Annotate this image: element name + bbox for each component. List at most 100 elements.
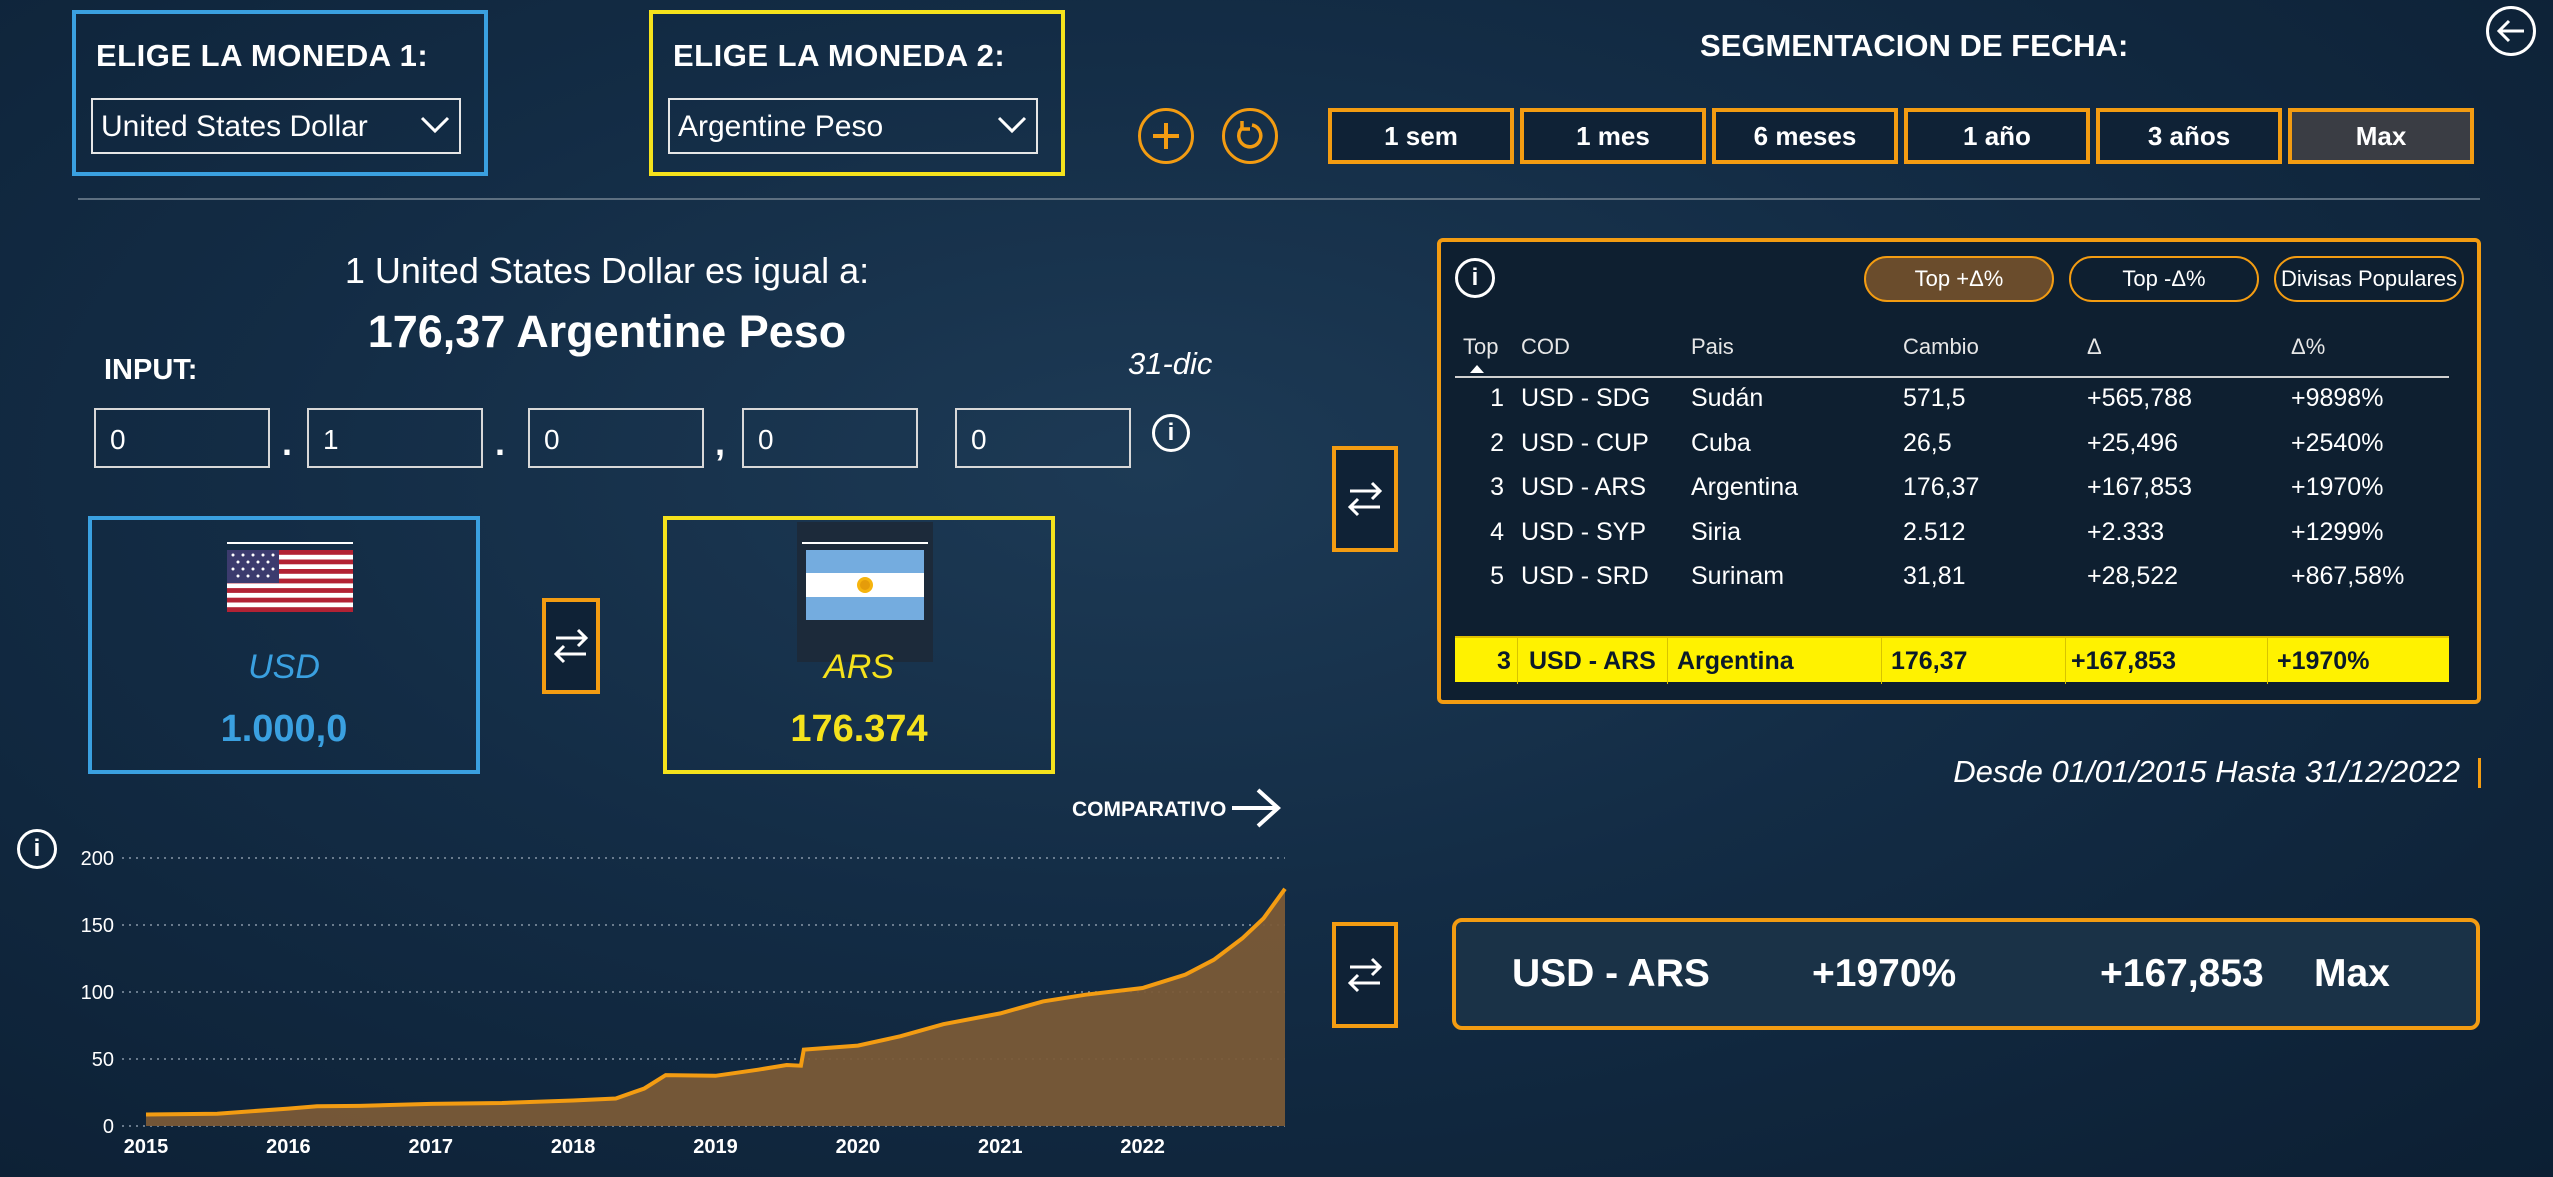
table-info-icon[interactable]: i [1455, 258, 1495, 298]
cell-pct: +2540% [2291, 428, 2384, 457]
arrow-right-icon[interactable] [1230, 786, 1282, 830]
back-button[interactable] [2486, 6, 2536, 56]
exchange-rate-chart: 0 50 100 150 200 2015 2016 2017 2018 2019 2020 202… [81, 848, 1287, 1158]
highlight-cod: USD - ARS [1529, 647, 1656, 675]
currency2-dropdown[interactable]: Argentine Peso [668, 98, 1038, 154]
cell-top: 5 [1490, 562, 1504, 590]
currency2-card: ARS 176.374 [663, 516, 1055, 774]
conversion-line1: 1 United States Dollar es igual a: [344, 250, 870, 291]
input-info-icon[interactable]: i [1152, 414, 1190, 452]
input-field-3[interactable]: 0 [528, 408, 704, 468]
cell-divider [1881, 638, 1882, 684]
cell-pct: +1970% [2291, 473, 2384, 501]
chart-area [146, 888, 1285, 1126]
date-range-marker [2478, 758, 2481, 788]
segment-3-anos[interactable]: 3 años [2096, 108, 2282, 164]
input-field-1[interactable]: 0 [94, 408, 270, 468]
cell-pct: +867,58% [2291, 562, 2405, 590]
currency1-selector: ELIGE LA MONEDA 1: United States Dollar [72, 10, 488, 176]
cell-cambio: 26,5 [1903, 428, 1952, 457]
highlight-pct: +1970% [2277, 647, 2370, 675]
ranking-panel [1437, 238, 2481, 704]
highlight-delta: +167,853 [2071, 647, 2176, 675]
segment-1-mes[interactable]: 1 mes [1520, 108, 1706, 164]
cell-delta: +2.333 [2087, 517, 2165, 546]
x-tick-label: 2021 [978, 1136, 1023, 1158]
argentina-flag [802, 542, 928, 620]
segment-6-meses[interactable]: 6 meses [1712, 108, 1898, 164]
segment-1-sem[interactable]: 1 sem [1328, 108, 1514, 164]
input-separator-2: . [495, 422, 506, 463]
cell-cod: USD - CUP [1521, 428, 1649, 457]
date-range: Desde 01/01/2015 Hasta 31/12/2022 [1953, 754, 2460, 789]
highlight-top: 3 [1497, 647, 1511, 675]
plus-icon [1153, 123, 1179, 149]
x-tick-label: 2015 [124, 1136, 169, 1158]
reset-button[interactable] [1222, 108, 1278, 164]
currency2-code: ARS [824, 648, 894, 686]
input-field-5[interactable]: 0 [955, 408, 1131, 468]
y-tick-label: 150 [81, 915, 114, 937]
segment-max[interactable]: Max [2288, 108, 2474, 164]
cell-pct: +9898% [2291, 384, 2384, 412]
cell-divider [2065, 638, 2066, 684]
y-tick-label: 50 [92, 1049, 114, 1071]
sort-ascending-icon [1470, 365, 1484, 373]
cell-delta: +28,522 [2087, 562, 2179, 590]
input-field-4[interactable]: 0 [742, 408, 918, 468]
tab-top-minus[interactable]: Top -Δ% [2069, 256, 2259, 302]
header-cambio[interactable]: Cambio [1903, 334, 1979, 360]
cell-pais: Surinam [1691, 562, 1785, 590]
swap-currencies-button[interactable] [542, 598, 600, 694]
comparativo-label[interactable]: COMPARATIVO [1072, 798, 1226, 822]
currency2-selected: Argentine Peso [678, 110, 884, 143]
swap-summary-button[interactable] [1332, 922, 1398, 1028]
input-field-2[interactable]: 1 [307, 408, 483, 468]
cell-cambio: 2.512 [1903, 517, 1966, 546]
header-delta[interactable]: Δ [2087, 334, 2102, 360]
x-tick-label: 2020 [836, 1136, 881, 1158]
header-cod[interactable]: COD [1521, 334, 1570, 360]
y-tick-label: 0 [103, 1116, 114, 1138]
currency2-title: ELIGE LA MONEDA 2: [673, 38, 1006, 73]
dropdown-chevron-icon [997, 116, 1027, 134]
header-pais[interactable]: Pais [1691, 334, 1734, 360]
currency1-dropdown[interactable]: United States Dollar [91, 98, 461, 154]
header-top[interactable]: Top [1463, 334, 1498, 360]
segment-1-ano[interactable]: 1 año [1904, 108, 2090, 164]
swap-icon [1347, 957, 1383, 993]
summary-pair: USD - ARS [1512, 952, 1710, 995]
cell-cod: USD - SYP [1521, 517, 1647, 546]
tab-top-plus[interactable]: Top +Δ% [1864, 256, 2054, 302]
conversion-result: 176,37 Argentine Peso [367, 306, 847, 357]
cell-top: 1 [1490, 384, 1504, 412]
summary-card: USD - ARS +1970% +167,853 Max [1452, 918, 2480, 1030]
cell-pais: Sudán [1691, 384, 1764, 412]
currency2-amount: 176.374 [790, 708, 928, 750]
add-button[interactable] [1138, 108, 1194, 164]
input-separator-1: . [282, 422, 293, 463]
currency2-selector: ELIGE LA MONEDA 2: Argentine Peso [649, 10, 1065, 176]
swap-icon [553, 628, 589, 664]
cell-delta: +167,853 [2087, 473, 2192, 501]
cell-cod: USD - ARS [1521, 473, 1647, 501]
highlight-pais: Argentina [1677, 647, 1794, 675]
cell-delta: +565,788 [2087, 384, 2192, 412]
cell-top: 4 [1490, 517, 1504, 546]
cell-pct: +1299% [2291, 517, 2384, 546]
cell-pais: Cuba [1691, 428, 1751, 457]
x-tick-label: 2022 [1120, 1136, 1165, 1158]
x-tick-label: 2017 [409, 1136, 454, 1158]
cell-divider [1517, 638, 1518, 684]
input-label: INPUT: [104, 354, 198, 386]
currency1-amount: 1.000,0 [220, 708, 348, 750]
tab-divisas-populares[interactable]: Divisas Populares [2274, 256, 2464, 302]
header-delta-pct[interactable]: Δ% [2291, 334, 2325, 360]
swap-table-button[interactable] [1332, 446, 1398, 552]
x-tick-label: 2019 [693, 1136, 738, 1158]
refresh-icon [1237, 121, 1263, 149]
back-arrow-icon [2496, 19, 2524, 43]
dropdown-chevron-icon [420, 116, 450, 134]
cell-divider [1667, 638, 1668, 684]
y-tick-label: 100 [81, 982, 114, 1004]
